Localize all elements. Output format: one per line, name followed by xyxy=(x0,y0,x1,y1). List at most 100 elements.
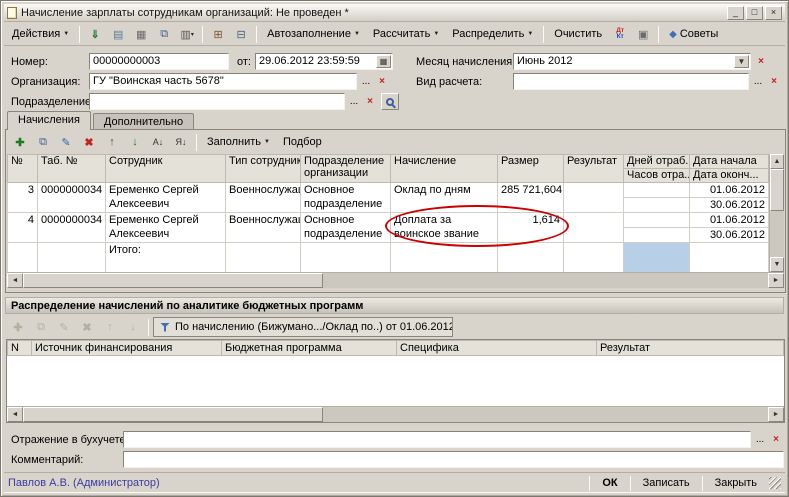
journal-button[interactable]: ▦ xyxy=(130,24,152,44)
copy-row-button[interactable]: ⧉ xyxy=(32,132,54,152)
delete-row-button[interactable]: ✖ xyxy=(78,132,100,152)
horizontal-scrollbar[interactable]: ◄ ► xyxy=(7,406,784,422)
add-row-button[interactable]: ✚ xyxy=(7,317,29,337)
move-down-button[interactable]: ↓ xyxy=(122,317,144,337)
structure-button[interactable]: ⊞ xyxy=(207,24,229,44)
scrollbar-thumb[interactable] xyxy=(770,169,784,211)
calendar-button[interactable]: ▦ xyxy=(376,55,391,68)
calc-type-select-button[interactable]: ... xyxy=(750,73,766,90)
cell-amount[interactable]: 285 721,604 xyxy=(498,183,564,213)
cell-date-end[interactable]: 30.06.2012 xyxy=(690,198,769,213)
delete-row-button[interactable]: ✖ xyxy=(76,317,98,337)
scroll-down-button[interactable]: ▼ xyxy=(770,257,784,272)
cell-amount[interactable]: 1,614 xyxy=(498,213,564,243)
cell-employee[interactable]: Еременко Сергей Алексеевич xyxy=(106,213,226,243)
frame-button[interactable]: ▣ xyxy=(632,24,654,44)
cell-hours-worked[interactable] xyxy=(624,198,690,213)
scrollbar-track[interactable] xyxy=(770,211,784,257)
cell-num[interactable]: 4 xyxy=(8,213,38,243)
resize-grip[interactable] xyxy=(769,477,781,489)
cell-org-department[interactable] xyxy=(301,243,391,273)
scroll-right-button[interactable]: ► xyxy=(768,273,784,288)
copy-row-button[interactable]: ⧉ xyxy=(30,317,52,337)
save-button[interactable]: Записать xyxy=(633,474,700,493)
department-field[interactable] xyxy=(89,93,345,110)
edit-row-button[interactable]: ✎ xyxy=(53,317,75,337)
close-form-button[interactable]: Закрыть xyxy=(705,474,767,493)
organization-select-button[interactable]: ... xyxy=(358,73,374,90)
horizontal-scrollbar[interactable]: ◄ ► xyxy=(7,272,784,288)
cell-num[interactable] xyxy=(8,243,38,273)
fill-button[interactable]: Заполнить ▼ xyxy=(201,132,276,152)
maximize-button[interactable]: □ xyxy=(746,6,763,20)
cell-date-end[interactable]: 30.06.2012 xyxy=(690,228,769,243)
cell-org-department[interactable]: Основное подразделение xyxy=(301,183,391,213)
filter-toggle-button[interactable]: По начислению (Бижумано.../Оклад по..) о… xyxy=(153,317,453,337)
pick-button[interactable]: Подбор xyxy=(277,132,328,152)
department-search-button[interactable] xyxy=(381,93,399,110)
cell-days-worked[interactable] xyxy=(624,183,690,198)
move-down-button[interactable]: ↓ xyxy=(124,132,146,152)
cell-amount[interactable] xyxy=(498,243,564,273)
cell-tab-num[interactable]: 0000000034 xyxy=(38,213,106,243)
cell-num[interactable]: 3 xyxy=(8,183,38,213)
calculate-button[interactable]: Рассчитать ▼ xyxy=(367,24,445,44)
month-clear-button[interactable]: × xyxy=(753,53,769,70)
close-button[interactable]: × xyxy=(765,6,782,20)
scrollbar-track[interactable] xyxy=(323,407,768,422)
cell-org-department[interactable]: Основное подразделение xyxy=(301,213,391,243)
print-button[interactable]: ▥▾ xyxy=(176,24,198,44)
cell-accrual[interactable] xyxy=(391,243,498,273)
tree-button[interactable]: ⊟ xyxy=(230,24,252,44)
accounting-field[interactable] xyxy=(123,431,751,448)
distribute-button[interactable]: Распределить ▼ xyxy=(446,24,539,44)
organization-clear-button[interactable]: × xyxy=(374,73,390,90)
cell-result[interactable] xyxy=(564,183,624,213)
month-field[interactable]: Июнь 2012 ▼ xyxy=(513,53,751,70)
documents-list-button[interactable]: ▤ xyxy=(107,24,129,44)
vertical-scrollbar[interactable]: ▲ ▼ xyxy=(769,154,784,272)
cell-date[interactable] xyxy=(690,243,769,273)
cell-tab-num[interactable] xyxy=(38,243,106,273)
cell-tab-num[interactable]: 0000000034 xyxy=(38,183,106,213)
ok-button[interactable]: ОК xyxy=(592,474,627,493)
accounting-clear-button[interactable]: × xyxy=(768,431,784,448)
scroll-left-button[interactable]: ◄ xyxy=(7,407,23,422)
scrollbar-track[interactable] xyxy=(323,273,768,288)
cell-result[interactable] xyxy=(564,213,624,243)
cell-accrual[interactable]: Доплата за воинское звание xyxy=(391,213,498,243)
tab-accruals[interactable]: Начисления xyxy=(7,111,91,130)
edit-row-button[interactable]: ✎ xyxy=(55,132,77,152)
move-up-button[interactable]: ↑ xyxy=(101,132,123,152)
date-field[interactable]: 29.06.2012 23:59:59 ▦ xyxy=(255,53,393,70)
totals-label[interactable]: Итого: xyxy=(106,243,226,273)
cell-result[interactable] xyxy=(564,243,624,273)
autofill-button[interactable]: Автозаполнение ▼ xyxy=(261,24,366,44)
tips-button[interactable]: ◆ Советы xyxy=(663,24,724,44)
post-document-button[interactable]: ⇓ xyxy=(84,24,106,44)
actions-button[interactable]: Действия ▼ xyxy=(6,24,75,44)
cell-date-start[interactable]: 01.06.2012 xyxy=(690,213,769,228)
calc-type-field[interactable] xyxy=(513,73,749,90)
posting-results-button[interactable]: Дт Кт xyxy=(609,24,631,44)
department-select-button[interactable]: ... xyxy=(346,93,362,110)
number-field[interactable]: 00000000003 xyxy=(89,53,229,70)
scrollbar-thumb[interactable] xyxy=(23,273,323,288)
scroll-left-button[interactable]: ◄ xyxy=(7,273,23,288)
organization-field[interactable]: ГУ "Воинская часть 5678" xyxy=(89,73,357,90)
selected-cell[interactable] xyxy=(624,243,690,273)
add-row-button[interactable]: ✚ xyxy=(9,132,31,152)
cell-employee-type[interactable] xyxy=(226,243,301,273)
cell-employee-type[interactable]: Военнослужащ... xyxy=(226,183,301,213)
comment-field[interactable] xyxy=(123,451,784,468)
cell-date-start[interactable]: 01.06.2012 xyxy=(690,183,769,198)
tab-additional[interactable]: Дополнительно xyxy=(93,113,194,130)
department-clear-button[interactable]: × xyxy=(362,93,378,110)
scrollbar-thumb[interactable] xyxy=(23,407,323,422)
cell-hours-worked[interactable] xyxy=(624,228,690,243)
month-dropdown-button[interactable]: ▼ xyxy=(734,55,749,68)
scroll-right-button[interactable]: ► xyxy=(768,407,784,422)
sort-asc-button[interactable]: А↓ xyxy=(147,132,169,152)
move-up-button[interactable]: ↑ xyxy=(99,317,121,337)
scroll-up-button[interactable]: ▲ xyxy=(770,154,784,169)
